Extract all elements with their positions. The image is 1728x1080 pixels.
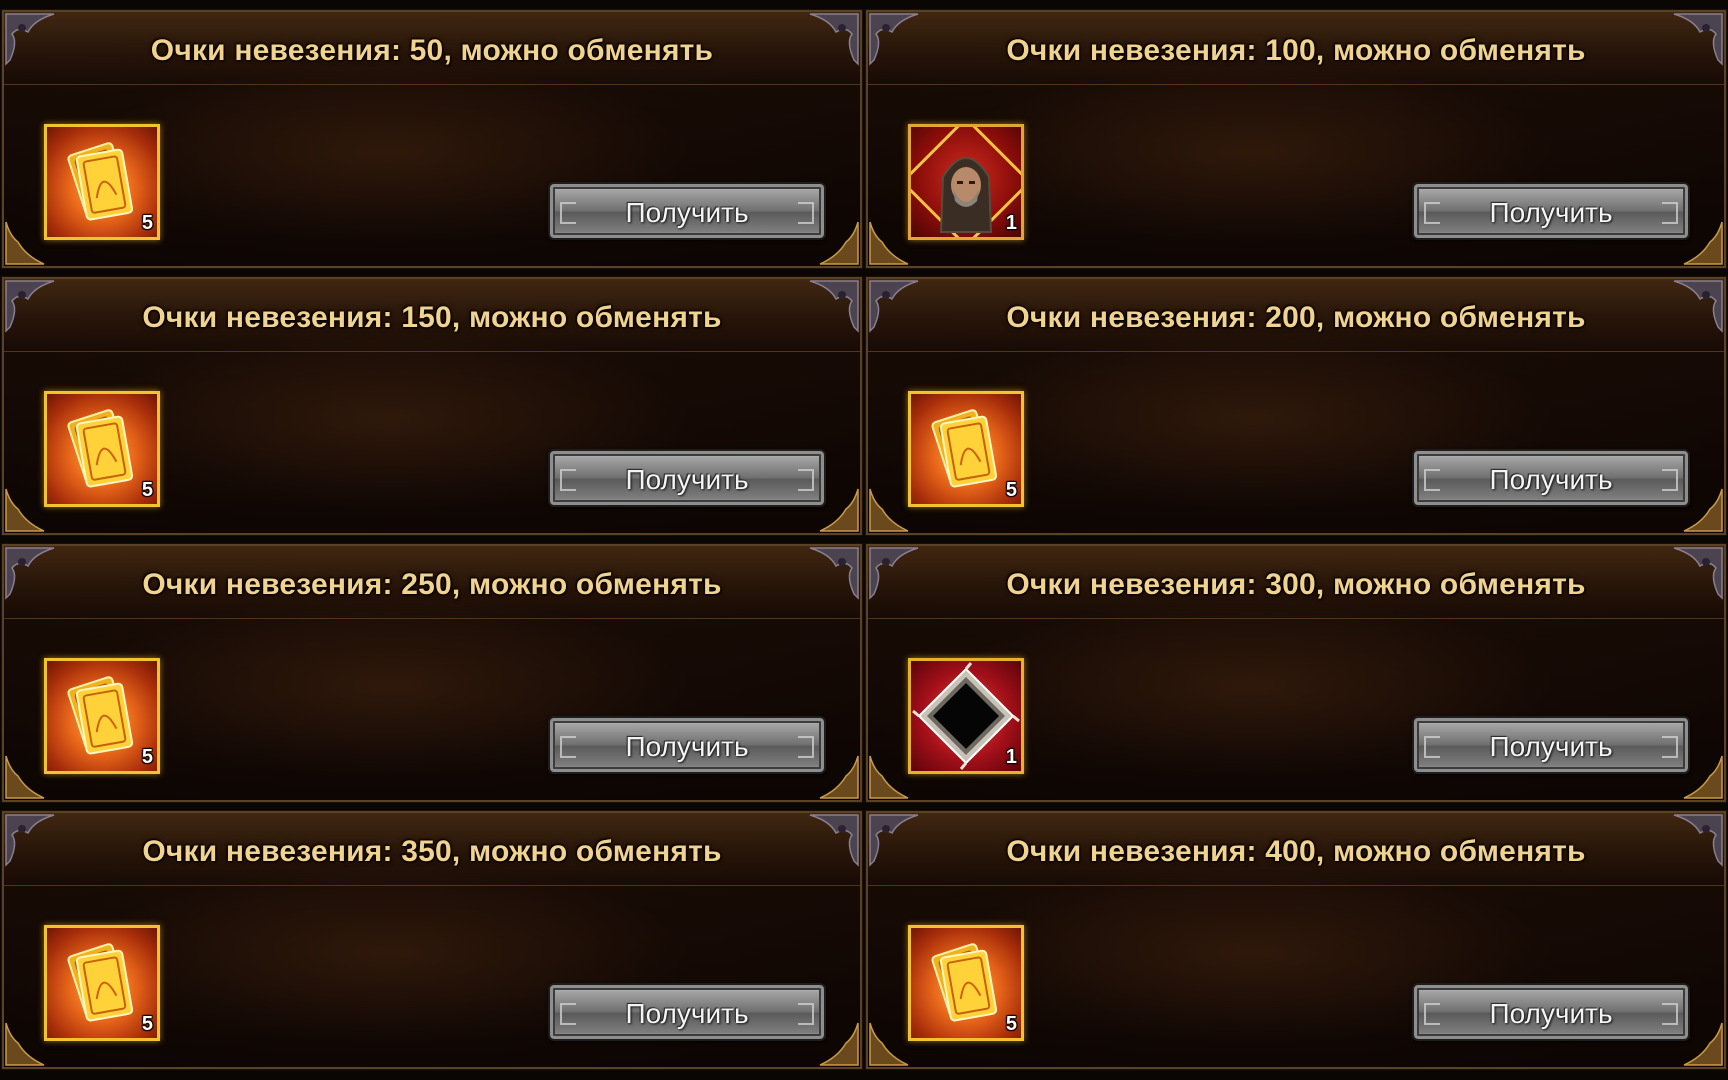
get-button-label: Получить bbox=[625, 731, 749, 762]
reward-panel: Очки невезения: 350, можно обменять 5 По… bbox=[1, 810, 863, 1070]
card-pack-graphic bbox=[67, 409, 134, 488]
get-button[interactable]: Получить bbox=[1412, 983, 1690, 1041]
get-button[interactable]: Получить bbox=[548, 716, 826, 774]
get-button[interactable]: Получить bbox=[548, 983, 826, 1041]
item-quantity: 5 bbox=[141, 746, 153, 768]
card-pack-icon[interactable]: 5 bbox=[44, 925, 160, 1041]
card-pack-graphic bbox=[931, 943, 998, 1022]
card-pack-graphic bbox=[931, 409, 998, 488]
get-button-label: Получить bbox=[1489, 998, 1613, 1029]
card-pack-icon[interactable]: 5 bbox=[908, 925, 1024, 1041]
black-diamond-gem-icon[interactable]: 1 bbox=[908, 658, 1024, 774]
card-pack-graphic bbox=[67, 676, 134, 755]
item-quantity: 1 bbox=[1005, 746, 1017, 768]
get-button-label: Получить bbox=[1489, 197, 1613, 228]
card-pack-graphic bbox=[67, 142, 134, 221]
item-quantity: 5 bbox=[141, 212, 153, 234]
reward-panel: Очки невезения: 200, можно обменять 5 По… bbox=[865, 276, 1727, 536]
reward-title: Очки невезения: 250, можно обменять bbox=[142, 568, 722, 601]
reward-panel: Очки невезения: 300, можно обменять 1 По… bbox=[865, 543, 1727, 803]
reward-panel: Очки невезения: 150, можно обменять 5 По… bbox=[1, 276, 863, 536]
gem-graphic bbox=[912, 662, 1020, 770]
get-button[interactable]: Получить bbox=[548, 449, 826, 507]
get-button[interactable]: Получить bbox=[1412, 716, 1690, 774]
card-pack-icon[interactable]: 5 bbox=[908, 391, 1024, 507]
reward-title: Очки невезения: 150, можно обменять bbox=[142, 301, 722, 334]
get-button[interactable]: Получить bbox=[548, 182, 826, 240]
hooded-hero-portrait[interactable]: 1 bbox=[908, 124, 1024, 240]
reward-title: Очки невезения: 300, можно обменять bbox=[1006, 568, 1586, 601]
item-quantity: 5 bbox=[141, 1013, 153, 1035]
get-button[interactable]: Получить bbox=[1412, 449, 1690, 507]
get-button-label: Получить bbox=[625, 464, 749, 495]
reward-title: Очки невезения: 400, можно обменять bbox=[1006, 835, 1586, 868]
card-pack-graphic bbox=[67, 943, 134, 1022]
get-button-label: Получить bbox=[625, 998, 749, 1029]
hero-portrait-graphic bbox=[911, 127, 1021, 237]
reward-title: Очки невезения: 100, можно обменять bbox=[1006, 34, 1586, 67]
reward-panel: Очки невезения: 400, можно обменять 5 По… bbox=[865, 810, 1727, 1070]
reward-title: Очки невезения: 50, можно обменять bbox=[150, 34, 714, 67]
reward-panel: Очки невезения: 50, можно обменять 5 Пол… bbox=[1, 9, 863, 269]
get-button-label: Получить bbox=[625, 197, 749, 228]
card-pack-icon[interactable]: 5 bbox=[44, 391, 160, 507]
item-quantity: 5 bbox=[1005, 1013, 1017, 1035]
card-pack-icon[interactable]: 5 bbox=[44, 658, 160, 774]
reward-title: Очки невезения: 200, можно обменять bbox=[1006, 301, 1586, 334]
item-quantity: 5 bbox=[141, 479, 153, 501]
card-pack-icon[interactable]: 5 bbox=[44, 124, 160, 240]
item-quantity: 1 bbox=[1005, 212, 1017, 234]
get-button-label: Получить bbox=[1489, 731, 1613, 762]
item-quantity: 5 bbox=[1005, 479, 1017, 501]
reward-panel: Очки невезения: 250, можно обменять 5 По… bbox=[1, 543, 863, 803]
reward-title: Очки невезения: 350, можно обменять bbox=[142, 835, 722, 868]
reward-panel: Очки невезения: 100, можно обменять 1 По… bbox=[865, 9, 1727, 269]
get-button-label: Получить bbox=[1489, 464, 1613, 495]
get-button[interactable]: Получить bbox=[1412, 182, 1690, 240]
reward-grid: Очки невезения: 50, можно обменять 5 Пол… bbox=[0, 0, 1728, 1080]
